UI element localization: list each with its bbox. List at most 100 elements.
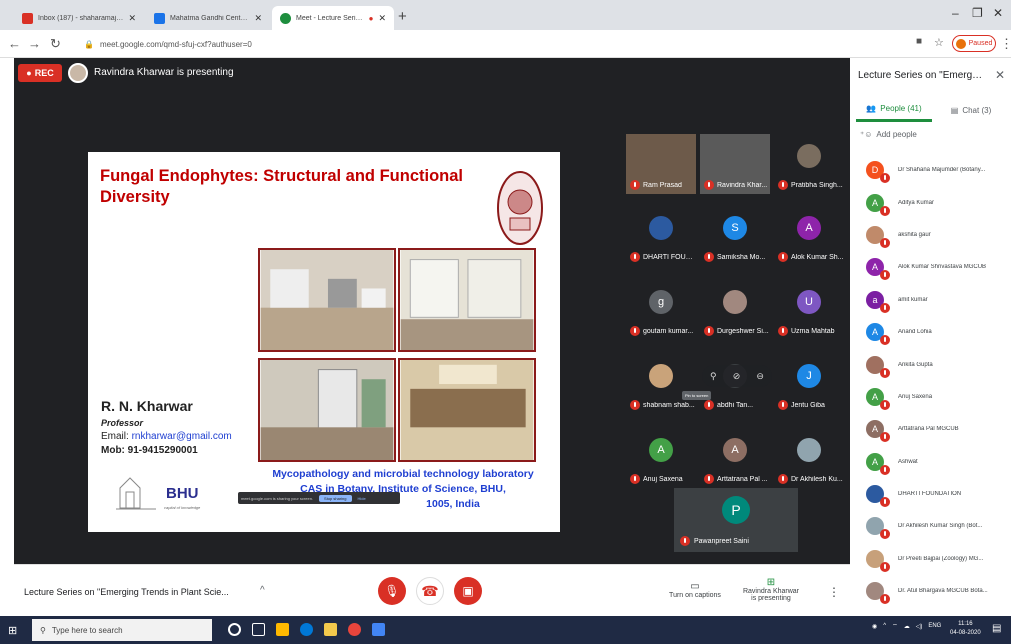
participant-tile[interactable]: A Arttatrana Pal ... — [700, 428, 770, 488]
people-list-item[interactable]: Dr Akhilesh Kumar Singh (Bot... — [850, 510, 1011, 542]
participant-tile[interactable]: S Samiksha Mo... — [700, 206, 770, 266]
new-tab-button[interactable]: + — [398, 8, 407, 25]
people-list-item[interactable]: DHARTI FOUNDATION — [850, 478, 1011, 510]
people-list-item[interactable]: A Alok Kumar Shrivastava MGCUB — [850, 251, 1011, 283]
tab-chat[interactable]: ▤ Chat (3) — [936, 98, 1006, 122]
windows-start-icon[interactable]: ⊞ — [8, 624, 20, 637]
people-panel: Lecture Series on "Emerging... ✕ 👥 Peopl… — [850, 58, 1011, 610]
browser-tab-gmail[interactable]: Inbox (187) - shaharamajumder ✕ — [14, 6, 144, 30]
notifications-icon[interactable]: ▤ — [992, 623, 1001, 634]
muted-mic-icon — [704, 400, 714, 410]
present-now-button[interactable]: ⊞ Ravindra Kharwar is presenting — [736, 577, 806, 602]
edge-browser-icon[interactable] — [300, 623, 313, 636]
gmail-icon — [22, 12, 33, 24]
clock[interactable]: 11:16 04-08-2020 — [950, 620, 981, 638]
pin-icon[interactable]: ⚲ — [710, 371, 717, 382]
remove-icon[interactable]: ⊖ — [756, 371, 764, 382]
browser-tab-mgcu[interactable]: Mahatma Gandhi Central Univers ✕ — [146, 6, 270, 30]
stop-sharing-button[interactable]: Stop sharing — [319, 494, 352, 502]
folder-icon[interactable] — [324, 623, 337, 636]
camera-off-icon: ▣ — [462, 584, 474, 598]
add-people-button[interactable]: ⁺☺ Add people — [860, 130, 917, 139]
browser-tab-meet[interactable]: Meet - Lecture Series on "Em ● ✕ — [272, 6, 394, 30]
participant-tile[interactable]: DHARTI FOUN... — [626, 206, 696, 266]
participant-tile[interactable]: A Alok Kumar Sh... — [774, 206, 844, 266]
close-icon[interactable]: ✕ — [995, 68, 1005, 82]
speaker-mobile: Mob: 91-9415290001 — [101, 445, 198, 456]
close-tab-icon[interactable]: ✕ — [254, 13, 262, 24]
camera-toggle-button[interactable]: ▣ — [454, 577, 482, 605]
chevron-up-icon[interactable]: ^ — [883, 623, 886, 629]
chevron-up-icon[interactable]: ^ — [260, 585, 265, 596]
volume-icon[interactable]: ◁) — [916, 623, 923, 630]
avatar: A — [866, 452, 890, 475]
file-explorer-icon[interactable] — [276, 623, 289, 636]
people-list-item[interactable]: A Anand Lohia — [850, 316, 1011, 348]
participant-name: Pawanpreet Saini — [694, 537, 749, 545]
close-tab-icon[interactable]: ✕ — [378, 13, 386, 24]
participant-tile[interactable]: U Uzma Mahtab — [774, 280, 844, 340]
present-icon: ⊞ — [766, 577, 776, 588]
back-arrow-icon[interactable]: ← — [8, 36, 21, 51]
people-icon: 👥 — [866, 104, 877, 113]
tab-title: Meet - Lecture Series on "Em — [296, 14, 364, 22]
muted-mic-icon — [704, 180, 714, 190]
camera-icon[interactable]: ■ — [916, 36, 922, 47]
participant-tile-featured[interactable]: P Pawanpreet Saini — [674, 488, 798, 552]
hide-button[interactable]: Hide — [358, 496, 366, 501]
menu-kebab-icon[interactable]: ⋮ — [1000, 36, 1011, 52]
person-name: akshita gaur — [898, 231, 931, 238]
speaker-role: Professor — [101, 418, 144, 428]
person-name: Ankita Gupta — [898, 361, 933, 368]
people-list-item[interactable]: A Ashwat — [850, 446, 1011, 478]
task-view-icon[interactable] — [252, 623, 265, 636]
cloud-icon[interactable]: ☁ — [904, 623, 910, 630]
network-icon[interactable]: ◉ — [872, 623, 877, 630]
chrome-icon[interactable] — [348, 623, 361, 636]
wifi-icon[interactable]: ⌔ — [892, 622, 898, 630]
profile-paused-button[interactable]: Paused — [952, 35, 996, 52]
minimize-button[interactable]: – — [952, 6, 959, 20]
close-window-button[interactable]: ✕ — [993, 6, 1003, 20]
participant-tile[interactable]: Dr Akhilesh Ku... — [774, 428, 844, 488]
people-list-item[interactable]: a amit kumar — [850, 284, 1011, 316]
chat-icon: ▤ — [950, 105, 959, 115]
muted-mic-icon — [880, 529, 890, 540]
people-list-item[interactable]: akshita gaur — [850, 219, 1011, 251]
reload-icon[interactable]: ↻ — [50, 36, 61, 52]
people-list-item[interactable]: A Anuj Saxena — [850, 381, 1011, 413]
people-list-item[interactable]: A Aditya Kumar — [850, 186, 1011, 218]
participant-tile[interactable]: Pratibha Singh... — [774, 134, 844, 194]
meeting-details-button[interactable]: Lecture Series on "Emerging Trends in Pl… — [24, 587, 229, 597]
participant-tile[interactable]: Durgeshwer Si... — [700, 280, 770, 340]
people-list-item[interactable]: D Dr Shahana Majumder (Botany... — [850, 154, 1011, 186]
close-tab-icon[interactable]: ✕ — [128, 13, 136, 24]
participant-tile[interactable]: shabnam shab... — [626, 354, 696, 414]
app-icon[interactable] — [372, 623, 385, 636]
participant-tile[interactable]: Ram Prasad — [626, 134, 696, 194]
participant-tile[interactable]: A Anuj Saxena — [626, 428, 696, 488]
bookmark-star-icon[interactable]: ☆ — [934, 36, 944, 49]
people-list-item[interactable]: Dr Preeti Bajpai (Zoology) MG... — [850, 543, 1011, 575]
participant-tile[interactable]: J Jentu Giba — [774, 354, 844, 414]
people-list-item[interactable]: A Arttatrana Pal MGCUB — [850, 413, 1011, 445]
cortana-icon[interactable] — [228, 623, 241, 636]
tab-people[interactable]: 👥 People (41) — [856, 98, 932, 122]
captions-button[interactable]: ▭ Turn on captions — [660, 581, 730, 599]
people-list-item[interactable]: Dr. Atul Bhargava MGCUB Bota... — [850, 575, 1011, 607]
mute-icon[interactable]: ⊘ — [733, 371, 741, 382]
participant-tile[interactable]: Ravindra Khar... — [700, 134, 770, 194]
taskbar-search-input[interactable]: ⚲ Type here to search — [32, 619, 212, 641]
muted-mic-icon — [704, 326, 714, 336]
participant-tile[interactable]: g goutam kumar... — [626, 280, 696, 340]
leave-call-button[interactable]: ☎ — [416, 577, 444, 605]
person-name: amit kumar — [898, 296, 928, 303]
presenting-label: Ravindra Kharwar is presenting — [94, 67, 234, 78]
forward-arrow-icon[interactable]: → — [28, 36, 41, 51]
more-options-icon[interactable]: ⋮ — [828, 585, 840, 599]
microphone-toggle-button[interactable]: 🎙 — [378, 577, 406, 605]
people-list-item[interactable]: Ankita Gupta — [850, 348, 1011, 380]
url-field[interactable]: 🔒 meet.google.com/qmd-sfuj-cxf?authuser=… — [84, 35, 904, 53]
restore-button[interactable]: ❐ — [972, 6, 983, 20]
language-indicator[interactable]: ENG — [928, 623, 941, 629]
